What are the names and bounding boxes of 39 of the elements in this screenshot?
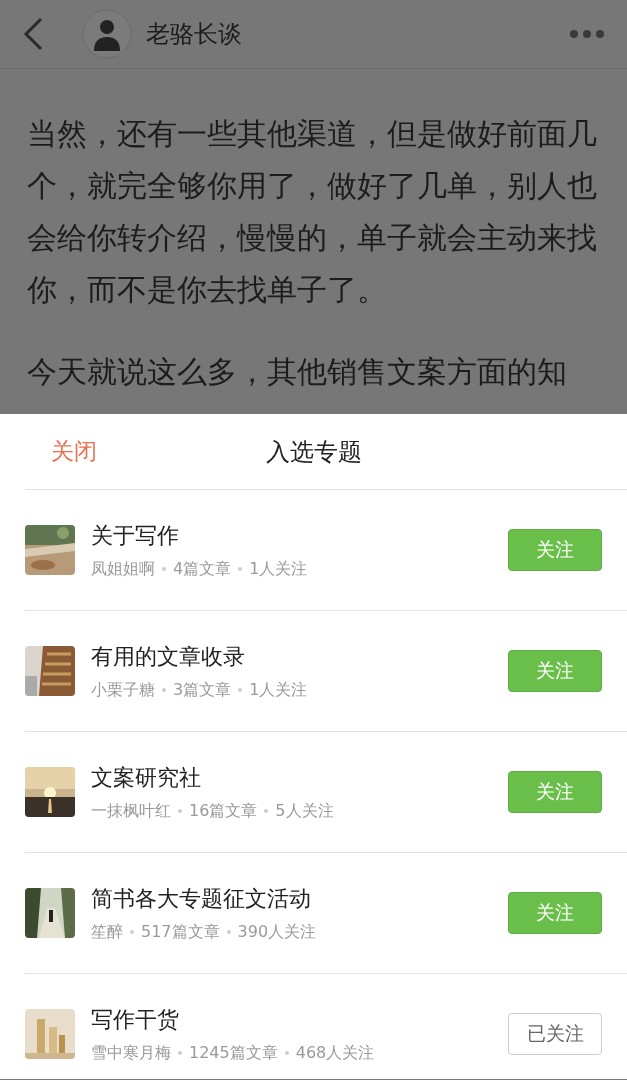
follower-count: 1人关注 [249, 558, 308, 580]
article-count: 16篇文章 [189, 800, 258, 822]
sheet-title: 入选专题 [265, 436, 362, 468]
separator-dot [264, 809, 269, 813]
separator-dot [284, 1051, 289, 1055]
separator-dot [238, 567, 243, 571]
separator-dot [162, 567, 166, 571]
topic-title[interactable]: 简书各大专题征文活动 [91, 883, 508, 914]
follower-count: 5人关注 [275, 800, 334, 822]
follower-count: 390人关注 [237, 921, 317, 943]
article-paragraph: 今天就说这么多，其他销售文案方面的知 [27, 353, 568, 391]
article-count: 517篇文章 [141, 921, 220, 943]
article-count: 1245篇文章 [189, 1042, 278, 1064]
follow-button[interactable]: 已关注 [508, 1013, 602, 1055]
separator-dot [130, 930, 134, 934]
topic-title[interactable]: 关于写作 [91, 520, 508, 551]
topic-title[interactable]: 写作干货 [91, 1004, 508, 1035]
topic-title[interactable]: 文案研究社 [91, 762, 508, 793]
article-count: 4篇文章 [173, 558, 232, 580]
close-button[interactable]: 关闭 [27, 430, 121, 473]
topic-author: 小栗子糖 [91, 679, 155, 701]
avatar-icon [82, 9, 132, 59]
follower-count: 1人关注 [249, 679, 308, 701]
separator-dot [226, 930, 231, 934]
separator-dot [238, 688, 243, 692]
article-count: 3篇文章 [173, 679, 232, 701]
separator-dot [178, 809, 182, 813]
topic-author: 雪中寒月梅 [91, 1042, 171, 1064]
author-name[interactable]: 老骆长谈 [146, 18, 569, 50]
topic-author: 一抹枫叶红 [91, 800, 171, 822]
back-icon[interactable] [22, 17, 44, 51]
topic-author: 笙醉 [91, 921, 123, 943]
separator-dot [162, 688, 166, 692]
separator-dot [178, 1051, 182, 1055]
more-icon[interactable] [569, 29, 605, 39]
topic-author: 凤姐姐啊 [91, 558, 155, 580]
article-paragraph: 当然，还有一些其他渠道，但是做好前面几个，就完全够你用了，做好了几单，别人也会给你转介绍，慢慢的，单子就会主动来找你，而不是你去找单子了。 [27, 115, 598, 309]
follower-count: 468人关注 [295, 1042, 375, 1064]
topic-title[interactable]: 有用的文章收录 [91, 641, 508, 672]
